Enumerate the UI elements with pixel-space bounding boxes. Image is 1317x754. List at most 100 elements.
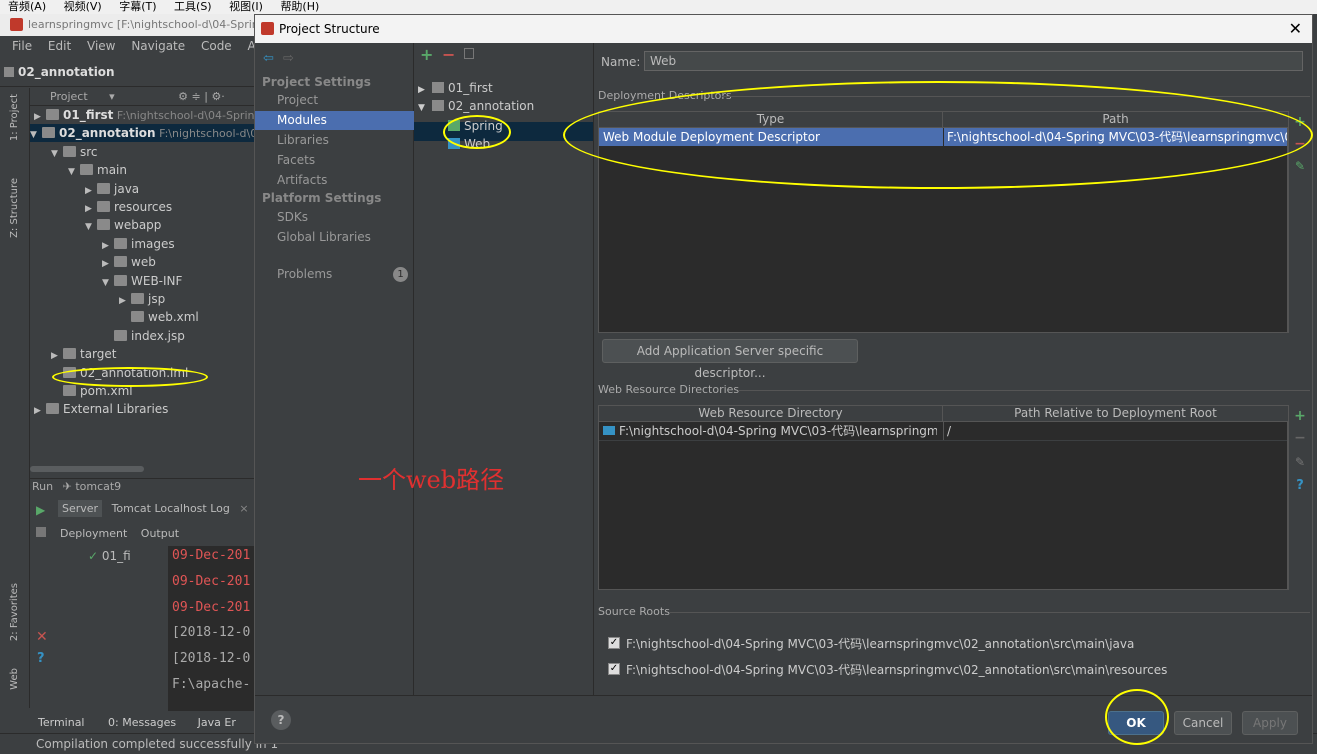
project-tree-item[interactable]: ▶ resources	[85, 198, 172, 216]
expand-right-icon[interactable]: ▶	[85, 182, 97, 200]
expand-down-icon[interactable]: ▼	[85, 218, 97, 236]
project-tree-item[interactable]: ▶ 01_first F:\nightschool-d\04-Sprin	[34, 106, 254, 124]
edit-pencil-icon[interactable]: ✎	[1293, 159, 1307, 173]
run-tab-server[interactable]: Server	[58, 500, 103, 517]
cancel-button[interactable]: Cancel	[1174, 711, 1232, 735]
menu-navigate[interactable]: Navigate	[131, 39, 185, 53]
project-tree-item[interactable]: ▼ src	[51, 143, 98, 161]
terminal-tab[interactable]: Terminal	[38, 716, 85, 729]
nav-item-libraries[interactable]: Libraries	[255, 131, 414, 150]
expand-down-icon[interactable]: ▼	[418, 99, 432, 117]
highlight-ok-ellipse	[1105, 689, 1169, 745]
project-tree-item[interactable]: ▶ images	[102, 235, 175, 253]
sys-menu-view[interactable]: 视图(I)	[229, 0, 263, 13]
subtab-deployment[interactable]: Deployment	[60, 527, 127, 540]
add-server-descriptor-button[interactable]: Add Application Server specific descript…	[602, 339, 858, 380]
nav-item-artifacts[interactable]: Artifacts	[255, 171, 414, 190]
expand-down-icon[interactable]: ▼	[102, 274, 114, 292]
sys-menu-tools[interactable]: 工具(S)	[174, 0, 212, 13]
web-folder-icon	[603, 426, 615, 435]
tree-item-label: java	[114, 181, 140, 196]
nav-item-sdks[interactable]: SDKs	[255, 208, 414, 227]
nav-item-facets[interactable]: Facets	[255, 151, 414, 170]
column-header-path-relative[interactable]: Path Relative to Deployment Root	[943, 406, 1289, 422]
project-tree-item[interactable]: ▼ WEB-INF	[102, 272, 182, 290]
add-icon[interactable]: +	[1293, 409, 1307, 423]
console-line: 09-Dec-201	[172, 573, 251, 589]
nav-item-problems[interactable]: Problems 1	[255, 265, 414, 284]
help-icon[interactable]: ?	[37, 651, 45, 666]
facet-name-input[interactable]	[644, 51, 1303, 71]
nav-item-global-libraries[interactable]: Global Libraries	[255, 228, 414, 247]
cell-divider	[943, 422, 944, 440]
run-config-name[interactable]: tomcat9	[75, 480, 121, 493]
expand-right-icon[interactable]: ▶	[34, 108, 46, 126]
project-tree-item[interactable]: index.jsp	[102, 327, 185, 345]
apply-button[interactable]: Apply	[1242, 711, 1298, 735]
gear-icon[interactable]: ⚙ ≑ | ⚙·	[178, 90, 225, 103]
expand-down-icon[interactable]: ▼	[30, 126, 42, 144]
expand-right-icon[interactable]: ▶	[34, 402, 46, 420]
expand-right-icon[interactable]: ▶	[51, 347, 63, 365]
close-icon[interactable]: ×	[233, 502, 248, 515]
nav-item-modules[interactable]: Modules	[255, 111, 414, 130]
project-structure-dialog: Project Structure ✕ ⇦ ⇨ Project Settings…	[254, 14, 1313, 745]
run-tab-localhost-log[interactable]: Tomcat Localhost Log	[106, 502, 230, 515]
tool-tab-structure[interactable]: Z: Structure	[9, 178, 20, 238]
remove-icon[interactable]: ✕	[36, 629, 48, 645]
chevron-down-icon[interactable]: ▾	[109, 90, 115, 103]
project-tree-item[interactable]: ▶ jsp	[119, 290, 165, 308]
tree-item-label: images	[131, 236, 175, 251]
section-divider	[738, 390, 1310, 391]
expand-down-icon[interactable]: ▼	[68, 163, 80, 181]
expand-right-icon[interactable]: ▶	[102, 237, 114, 255]
project-tree-item[interactable]: ▼ 02_annotation F:\nightschool-d\04-Sp	[30, 124, 282, 144]
column-header-web-resource-directory[interactable]: Web Resource Directory	[599, 406, 943, 422]
run-play-icon[interactable]: ▶	[36, 503, 45, 517]
deployment-item[interactable]: ✓ 01_fi	[88, 549, 131, 563]
tree-horizontal-scrollbar[interactable]	[30, 466, 144, 472]
expand-right-icon[interactable]: ▶	[119, 292, 131, 310]
help-icon[interactable]: ?	[271, 710, 291, 730]
forward-arrow-icon[interactable]: ⇨	[283, 51, 294, 66]
nav-item-project[interactable]: Project	[255, 91, 414, 110]
menu-view[interactable]: View	[87, 39, 115, 53]
project-tree-item[interactable]: ▼ webapp	[85, 216, 161, 234]
menu-edit[interactable]: Edit	[48, 39, 71, 53]
sys-menu-subtitle[interactable]: 字幕(T)	[119, 0, 156, 13]
stop-icon[interactable]	[36, 527, 46, 537]
dialog-close-icon[interactable]: ✕	[1289, 15, 1302, 43]
source-root-java-checkbox[interactable]: ✓	[608, 637, 620, 649]
tool-tab-web[interactable]: Web	[9, 668, 20, 690]
back-arrow-icon[interactable]: ⇦	[263, 51, 274, 66]
project-tree-item[interactable]: ▼ main	[68, 161, 127, 179]
expand-down-icon[interactable]: ▼	[51, 145, 63, 163]
java-enterprise-tab[interactable]: Java Er	[198, 716, 236, 729]
tool-tab-project[interactable]: 1: Project	[9, 94, 20, 141]
project-tree-item[interactable]: ▶ web	[102, 253, 156, 271]
module-tree-item[interactable]: ▼ 02_annotation	[418, 97, 534, 115]
project-tree-item[interactable]: web.xml	[119, 308, 199, 326]
help-icon[interactable]: ?	[1293, 479, 1307, 493]
expand-right-icon[interactable]: ▶	[85, 200, 97, 218]
subtab-output[interactable]: Output	[141, 527, 179, 540]
sys-menu-help[interactable]: 帮助(H)	[280, 0, 319, 13]
menu-file[interactable]: File	[12, 39, 32, 53]
sys-menu-video[interactable]: 视频(V)	[64, 0, 102, 13]
remove-icon[interactable]: −	[1293, 431, 1307, 445]
project-view-selector[interactable]: Project	[50, 90, 88, 103]
edit-pencil-icon[interactable]: ✎	[1293, 455, 1307, 469]
expand-right-icon[interactable]: ▶	[102, 255, 114, 273]
sys-menu-audio[interactable]: 音频(A)	[8, 0, 46, 13]
menu-code[interactable]: Code	[201, 39, 232, 53]
source-root-resources-checkbox[interactable]: ✓	[608, 663, 620, 675]
project-tree-item[interactable]: ▶ java	[85, 180, 139, 198]
table-row[interactable]: F:\nightschool-d\04-Spring MVC\03-代码\lea…	[599, 422, 1287, 440]
module-tree-item[interactable]: ▶ 01_first	[418, 79, 493, 97]
folder-icon	[114, 274, 127, 286]
tool-tab-favorites[interactable]: 2: Favorites	[9, 583, 20, 641]
breadcrumb-module[interactable]: 02_annotation	[18, 65, 115, 79]
project-tree-item[interactable]: ▶ External Libraries	[34, 400, 168, 418]
project-tree-item[interactable]: ▶ target	[51, 345, 117, 363]
messages-tab[interactable]: 0: Messages	[108, 716, 176, 729]
